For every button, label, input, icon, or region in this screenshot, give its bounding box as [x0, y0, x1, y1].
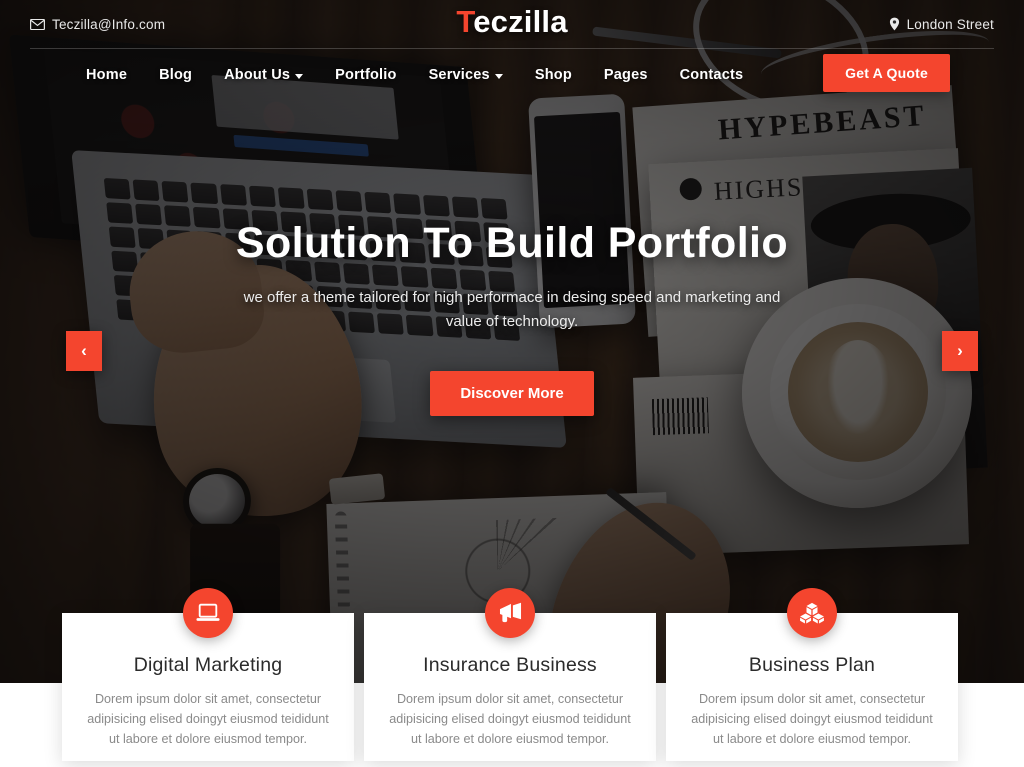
- nav-item-portfolio[interactable]: Portfolio: [319, 67, 412, 83]
- service-card-insurance-business[interactable]: Insurance Business Dorem ipsum dolor sit…: [364, 588, 656, 761]
- laptop-icon: [183, 588, 233, 638]
- hero-title: Solution To Build Portfolio: [235, 219, 789, 267]
- service-card-text: Dorem ipsum dolor sit amet, consectetur …: [87, 692, 329, 746]
- discover-more-button[interactable]: Discover More: [430, 371, 594, 416]
- main-navigation: Home Blog About Us Portfolio Services Sh…: [0, 49, 1024, 101]
- service-card-title: Business Plan: [748, 654, 876, 676]
- carousel-next-button[interactable]: ›: [942, 331, 978, 371]
- nav-item-about-us[interactable]: About Us: [208, 67, 319, 83]
- nav-item-pages[interactable]: Pages: [588, 67, 664, 83]
- nav-item-contacts[interactable]: Contacts: [664, 67, 760, 83]
- hero-subtitle: we offer a theme tailored for high perfo…: [243, 289, 781, 330]
- nav-item-blog-label: Blog: [159, 67, 193, 83]
- service-card-text: Dorem ipsum dolor sit amet, consectetur …: [691, 692, 933, 746]
- logo-first-letter: T: [456, 4, 474, 39]
- service-card-title: Digital Marketing: [133, 654, 283, 676]
- nav-item-services[interactable]: Services: [413, 67, 519, 83]
- get-a-quote-button[interactable]: Get A Quote: [823, 54, 950, 92]
- hero-content: Solution To Build Portfolio we offer a t…: [0, 215, 1024, 416]
- nav-item-about-us-label: About Us: [224, 67, 291, 83]
- nav-item-shop[interactable]: Shop: [519, 67, 588, 83]
- chevron-down-icon: [494, 73, 503, 79]
- carousel-prev-button[interactable]: ‹: [66, 331, 102, 371]
- chevron-down-icon: [295, 73, 304, 79]
- chevron-left-icon: ‹: [81, 341, 87, 360]
- site-logo[interactable]: Teczilla: [30, 2, 994, 42]
- nav-item-portfolio-label: Portfolio: [335, 67, 397, 83]
- landing-page: HYPEBEAST HIGHSNOBIETY: [0, 0, 1024, 767]
- nav-item-shop-label: Shop: [534, 67, 572, 83]
- service-card-digital-marketing[interactable]: Digital Marketing Dorem ipsum dolor sit …: [62, 588, 354, 761]
- chevron-right-icon: ›: [957, 341, 963, 360]
- top-utility-bar: Teczilla@Info.com Teczilla London Street: [0, 0, 1024, 48]
- nav-item-contacts-label: Contacts: [679, 67, 744, 83]
- megaphone-icon: [485, 588, 535, 638]
- logo-rest: eczilla: [473, 4, 568, 39]
- nav-item-services-label: Services: [428, 67, 490, 83]
- cubes-icon: [787, 588, 837, 638]
- nav-menu: Home Blog About Us Portfolio Services Sh…: [70, 67, 759, 83]
- service-card-business-plan[interactable]: Business Plan Dorem ipsum dolor sit amet…: [666, 588, 958, 761]
- hero-section: HYPEBEAST HIGHSNOBIETY: [0, 0, 1024, 683]
- service-card-text: Dorem ipsum dolor sit amet, consectetur …: [389, 692, 631, 746]
- nav-item-pages-label: Pages: [603, 67, 648, 83]
- nav-item-home[interactable]: Home: [70, 67, 143, 83]
- nav-item-blog[interactable]: Blog: [143, 67, 208, 83]
- nav-item-home-label: Home: [86, 67, 128, 83]
- service-card-title: Insurance Business: [423, 654, 597, 676]
